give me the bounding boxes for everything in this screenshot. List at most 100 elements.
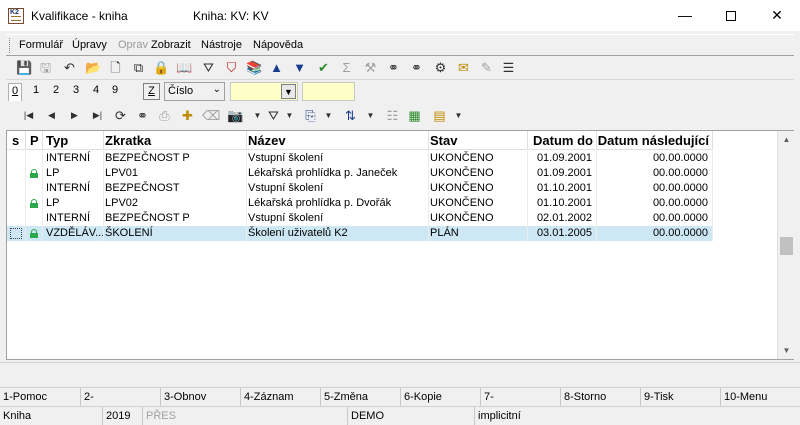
tab-4[interactable]: 4 [89,84,103,96]
chevron-down-icon: ⌄ [212,84,221,95]
edit-icon[interactable]: ✎ [478,59,495,76]
cell-s[interactable] [7,196,26,211]
fkey-10[interactable]: 10-Menu [721,388,800,406]
col-header-datum-do[interactable]: Datum do [528,131,597,150]
envelope-icon[interactable]: ✉ [455,59,472,76]
scroll-down-icon[interactable]: ▼ [778,342,795,359]
cell-s[interactable] [7,166,26,181]
fkey-7[interactable]: 7- [481,388,561,406]
filter-icon[interactable]: ⛛ [200,59,217,76]
camera-icon[interactable]: 📷 [227,107,244,124]
menu-upravy[interactable]: Úpravy [72,39,107,51]
minimize-button[interactable]: — [662,0,708,31]
search-icon[interactable]: ⚭ [134,107,151,124]
fkey-4[interactable]: 4-Záznam [241,388,321,406]
camera-dropdown-icon[interactable]: ▼ [249,107,266,124]
tab-1[interactable]: 1 [29,84,43,96]
table-row[interactable]: LP LPV01 Lékařská prohlídka p. Janeček UKON… [7,166,713,181]
arrow-down-icon[interactable]: ▼ [291,59,308,76]
filter-dropdown-icon[interactable]: ⛛ [265,107,282,124]
new-document-icon[interactable]: 🗋 [107,59,124,76]
fkey-8[interactable]: 8-Storno [561,388,641,406]
menu-bar: Formulář Úpravy Oprav Zobrazit Nástroje … [6,34,794,56]
save-icon[interactable]: 💾 [16,59,33,76]
table-row[interactable]: VZDĚLÁV... ŠKOLENÍ Školení uživatelů K2 PLÁ… [7,226,713,241]
sort-field-select[interactable]: Číslo ⌄ [164,82,225,101]
refresh-icon[interactable]: ⟳ [112,107,129,124]
prev-record-icon[interactable]: ◀ [43,107,60,124]
vertical-scrollbar[interactable]: ▲ ▼ [777,131,794,359]
cell-s[interactable] [7,181,26,196]
next-record-icon[interactable]: ▶ [66,107,83,124]
menu-nastroje[interactable]: Nástroje [201,39,242,51]
tab-3[interactable]: 3 [69,84,83,96]
delete-filter-icon[interactable]: ⛉ [223,59,240,76]
save-all-icon[interactable]: 🖫 [37,59,54,76]
fkey-1[interactable]: 1-Pomoc [0,388,81,406]
filter-input-1[interactable]: ▼ [230,82,298,101]
tools-icon[interactable]: ⚙ [432,59,449,76]
fkey-9[interactable]: 9-Tisk [641,388,721,406]
copy-icon[interactable]: ⧉ [130,59,147,76]
export-dropdown-icon[interactable]: ▼ [320,107,337,124]
menu-zobrazit[interactable]: Zobrazit [151,39,191,51]
notes-icon[interactable]: ▤ [431,107,448,124]
tab-2[interactable]: 2 [49,84,63,96]
wrench-icon: ⚒ [364,60,377,75]
print-icon: ⎙ [159,108,170,123]
export-icon[interactable]: ⎘ [302,107,319,124]
menu-formular[interactable]: Formulář [19,39,63,51]
sort-z-button[interactable]: Z [143,83,160,100]
status-bar: Kniha 2019 PŘES DEMO implicitní [0,406,800,425]
col-header-p[interactable]: P [26,131,43,150]
sort-icon[interactable]: ⇅ [342,107,359,124]
table-row[interactable]: INTERNÍ BEZPEČNOST P Vstupní školení UKONČE… [7,211,713,226]
fkey-3[interactable]: 3-Obnov [161,388,241,406]
col-header-datum-nasledujici[interactable]: Datum následující [597,131,713,150]
col-header-zkratka[interactable]: Zkratka [104,131,247,150]
table-row[interactable]: LP LPV02 Lékařská prohlídka p. Dvořák UKONČ… [7,196,713,211]
col-header-typ[interactable]: Typ [43,131,104,150]
close-button[interactable]: ✕ [754,0,800,31]
first-record-icon[interactable]: |◀ [20,107,37,124]
arrow-up-icon[interactable]: ▲ [268,59,285,76]
col-header-nazev[interactable]: Název [247,131,429,150]
fkey-6[interactable]: 6-Kopie [401,388,481,406]
filter-input-2[interactable] [302,82,355,101]
cell-s[interactable] [7,211,26,226]
remove-icon: ⌫ [202,108,221,123]
check-filter-icon[interactable]: ✔ [315,59,332,76]
binoculars-icon[interactable]: ⚭ [385,59,402,76]
open-folder-icon[interactable]: 📂 [85,59,102,76]
scroll-thumb[interactable] [780,237,793,255]
excel-icon[interactable]: ▦ [406,107,423,124]
tab-0[interactable]: 0 [8,83,22,101]
col-header-s[interactable]: s [7,131,26,150]
cell-s[interactable] [7,151,26,166]
last-record-icon[interactable]: ▶| [89,107,106,124]
books-icon[interactable]: 📚 [246,59,263,76]
menu-napoveda[interactable]: Nápověda [253,39,303,51]
add-icon[interactable]: ✚ [179,107,196,124]
navigation-toolbar: |◀ ◀ ▶ ▶| ⟳ ⚭ ⎙ ✚ ⌫ 📷 ▼ ⛛ ▼ ⎘ ▼ ⇅ ▼ ☷ ▦ … [6,104,794,128]
maximize-button[interactable] [708,0,754,31]
tab-9[interactable]: 9 [108,84,122,96]
undo-icon[interactable]: ↶ [61,59,78,76]
cell-s[interactable] [7,226,26,241]
table-row[interactable]: INTERNÍ BEZPEČNOST P Vstupní školení UKONČE… [7,151,713,166]
book-icon[interactable]: 📖 [176,59,193,76]
filter-dropdown-arrow-icon[interactable]: ▼ [281,107,298,124]
binoculars-next-icon[interactable]: ⚭ [408,59,425,76]
sort-dropdown-icon[interactable]: ▼ [362,107,379,124]
table-row[interactable]: INTERNÍ BEZPEČNOST Vstupní školení UKONČENO… [7,181,713,196]
filter-dropdown-button[interactable]: ▼ [281,84,296,99]
fkey-5[interactable]: 5-Změna [321,388,401,406]
fkey-2[interactable]: 2- [81,388,161,406]
lock-icon[interactable]: 🔒 [153,59,170,76]
menu-grip[interactable] [9,38,12,53]
cell-p [26,181,43,196]
scroll-up-icon[interactable]: ▲ [778,131,795,148]
col-header-stav[interactable]: Stav [429,131,528,150]
notes-dropdown-icon[interactable]: ▼ [450,107,467,124]
menu-lines-icon[interactable]: ☰ [500,59,517,76]
